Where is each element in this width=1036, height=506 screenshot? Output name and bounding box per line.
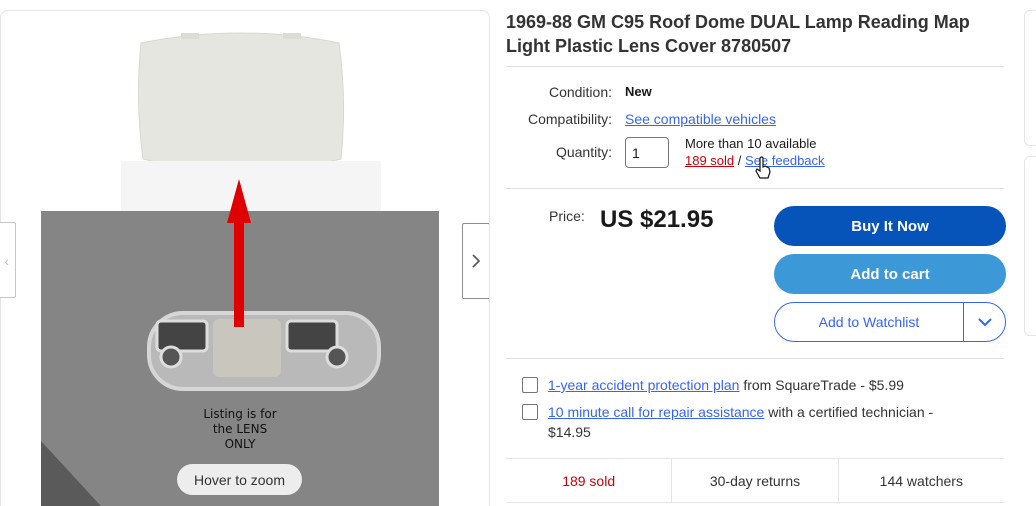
add-to-cart-button[interactable]: Add to cart <box>774 254 1006 294</box>
divider <box>506 188 1004 189</box>
quantity-label: Quantity: <box>555 144 612 160</box>
sold-count-link[interactable]: 189 sold <box>685 153 734 168</box>
protection-plan-link[interactable]: 1-year accident protection plan <box>548 377 739 393</box>
divider <box>506 358 1004 359</box>
stat-sold: 189 sold <box>506 459 673 502</box>
add-to-watchlist-label: Add to Watchlist <box>818 314 920 330</box>
chevron-down-icon <box>977 317 992 326</box>
protection-plan-detail: from SquareTrade - $5.99 <box>739 377 904 393</box>
protection-plan-text: 1-year accident protection plan from Squ… <box>548 375 904 395</box>
price-value: US $21.95 <box>600 206 714 233</box>
add-to-watchlist-button[interactable]: Add to Watchlist <box>774 302 1006 342</box>
repair-assistance-checkbox[interactable] <box>522 404 538 420</box>
stats-bar: 189 sold 30-day returns 144 watchers <box>506 458 1004 503</box>
condition-label: Condition: <box>548 84 612 100</box>
stat-watchers: 144 watchers <box>879 472 963 489</box>
separator: / <box>737 153 742 168</box>
previous-image-button[interactable]: ‹ <box>0 222 16 298</box>
compatibility-label: Compatibility: <box>527 111 612 127</box>
availability-text: More than 10 available <box>685 136 817 151</box>
divider <box>506 66 1004 67</box>
protection-plan-row: 1-year accident protection plan from Squ… <box>522 375 992 395</box>
listing-title: 1969-88 GM C95 Roof Dome DUAL Lamp Readi… <box>506 12 970 56</box>
side-panel-card <box>1024 10 1036 146</box>
side-panel-card <box>1024 156 1036 336</box>
image-caption: Listing is for the LENS ONLY <box>203 407 277 451</box>
next-image-button[interactable] <box>462 223 489 299</box>
hover-to-zoom-label: Hover to zoom <box>177 464 302 495</box>
watchlist-dropdown-button[interactable] <box>964 317 1005 327</box>
repair-assistance-text: 10 minute call for repair assistance wit… <box>548 402 978 442</box>
chevron-right-icon <box>472 254 481 268</box>
stat-returns: 30-day returns <box>672 459 839 502</box>
price-label: Price: <box>549 208 585 224</box>
image-gallery: Listing is for the LENS ONLY Hover to zo… <box>0 10 490 506</box>
buy-it-now-button[interactable]: Buy It Now <box>774 206 1006 246</box>
condition-value: New <box>625 84 652 99</box>
see-compatible-vehicles-link[interactable]: See compatible vehicles <box>625 111 776 127</box>
repair-assistance-row: 10 minute call for repair assistance wit… <box>522 402 992 442</box>
protection-plan-checkbox[interactable] <box>522 377 538 393</box>
chevron-left-icon: ‹ <box>4 253 9 269</box>
repair-assistance-link[interactable]: 10 minute call for repair assistance <box>548 404 764 420</box>
quantity-input[interactable]: 1 <box>625 137 669 168</box>
hand-cursor-icon <box>755 156 771 179</box>
